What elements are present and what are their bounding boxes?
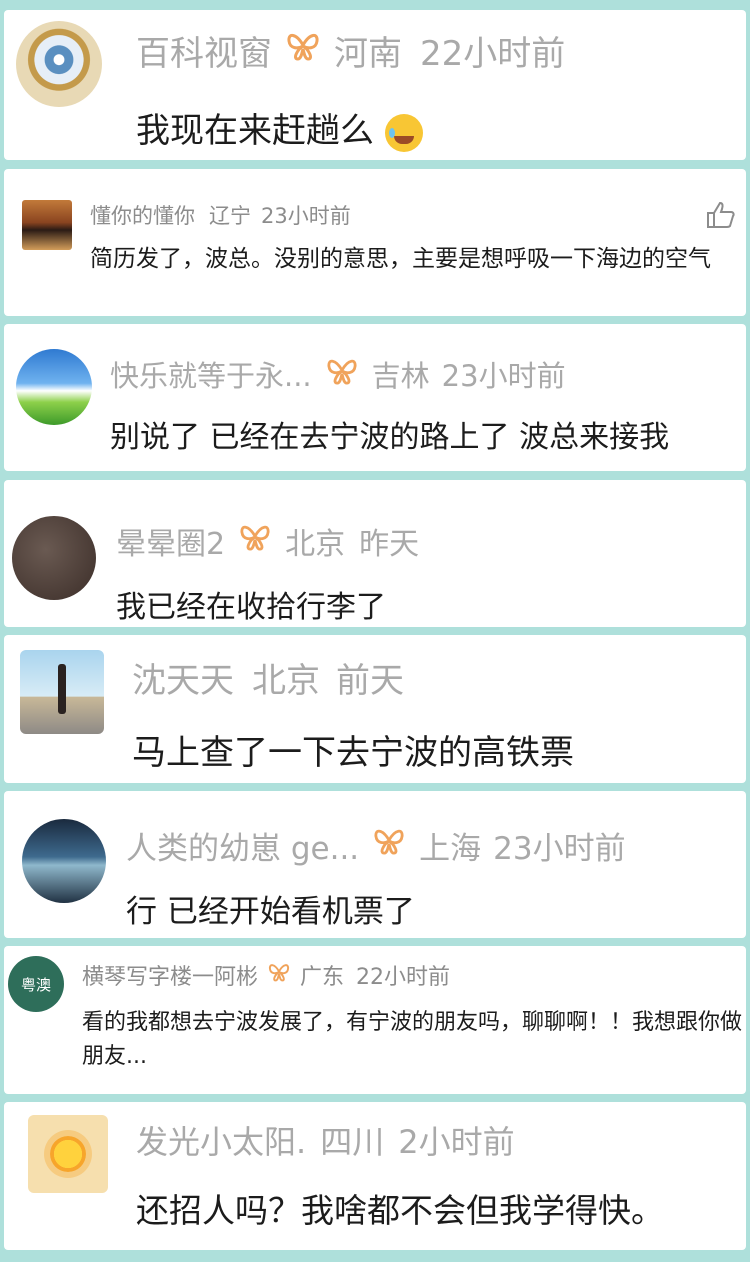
- timestamp: 23小时前: [261, 204, 351, 228]
- avatar[interactable]: [16, 21, 102, 107]
- avatar[interactable]: [22, 200, 72, 250]
- comment-meta: 横琴写字楼一阿彬 广东 22小时前: [82, 960, 450, 990]
- timestamp: 2小时前: [398, 1123, 515, 1161]
- comment-card: 快乐就等于永... 吉林 23小时前 别说了 已经在去宁波的路上了 波总来接我: [4, 324, 746, 471]
- timestamp: 前天: [336, 660, 404, 701]
- region: 广东: [300, 965, 345, 990]
- thumbs-up-icon[interactable]: [706, 201, 736, 233]
- avatar[interactable]: [22, 819, 106, 903]
- username[interactable]: 横琴写字楼一阿彬: [82, 959, 258, 991]
- avatar[interactable]: [16, 349, 92, 425]
- butterfly-badge-icon: [326, 357, 358, 392]
- username[interactable]: 晕晕圈2: [116, 519, 225, 563]
- region: 上海: [419, 830, 482, 867]
- butterfly-badge-icon: [286, 30, 320, 70]
- region: 北京: [252, 660, 320, 701]
- comment-text: 马上查了一下去宁波的高铁票: [132, 733, 574, 773]
- comment-text: 看的我都想去宁波发展了，有宁波的朋友吗，聊聊啊！！我想跟你做朋友...: [82, 1010, 743, 1069]
- region: 吉林: [371, 359, 430, 393]
- comment-meta: 懂你的懂你 辽宁 23小时前: [90, 200, 351, 230]
- comment-card: 粤澳 横琴写字楼一阿彬 广东 22小时前 看的我都想去宁波发展了，有宁波的朋友吗…: [4, 946, 746, 1094]
- comment-card: 沈天天 北京 前天 马上查了一下去宁波的高铁票: [4, 635, 746, 783]
- region: 辽宁: [209, 204, 251, 228]
- comment-text: 简历发了，波总。没别的意思，主要是想呼吸一下海边的空气: [90, 246, 711, 272]
- timestamp: 22小时前: [356, 965, 451, 990]
- comment-meta: 晕晕圈2 北京 昨天: [116, 519, 420, 563]
- butterfly-badge-icon: [373, 827, 405, 863]
- comment-text: 还招人吗？我啥都不会但我学得快。: [136, 1191, 664, 1230]
- username[interactable]: 沈天天: [132, 653, 234, 702]
- username[interactable]: 发光小太阳.: [136, 1117, 306, 1163]
- laugh-cry-emoji: [384, 113, 423, 152]
- timestamp: 22小时前: [420, 33, 566, 74]
- comment-meta: 百科视窗 河南 22小时前: [136, 30, 565, 74]
- comment-text: 我现在来赶趟么: [136, 103, 423, 152]
- comment-meta: 沈天天 北京 前天: [132, 657, 404, 701]
- avatar[interactable]: 粤澳: [8, 956, 64, 1012]
- comment-text: 别说了 已经在去宁波的路上了 波总来接我: [110, 420, 670, 455]
- comment-meta: 人类的幼崽 ge... 上海 23小时前: [126, 823, 626, 868]
- butterfly-badge-icon: [268, 962, 290, 988]
- username[interactable]: 懂你的懂你: [90, 200, 195, 230]
- timestamp: 23小时前: [493, 830, 626, 867]
- username[interactable]: 百科视窗: [136, 26, 272, 75]
- avatar[interactable]: [20, 650, 104, 734]
- comment-card: 百科视窗 河南 22小时前 我现在来赶趟么: [4, 10, 746, 160]
- avatar[interactable]: [12, 516, 96, 600]
- comment-card: 懂你的懂你 辽宁 23小时前 简历发了，波总。没别的意思，主要是想呼吸一下海边的…: [4, 169, 746, 316]
- comment-card: 晕晕圈2 北京 昨天 我已经在收拾行李了: [4, 480, 746, 627]
- comment-meta: 快乐就等于永... 吉林 23小时前: [110, 354, 566, 394]
- avatar[interactable]: [28, 1115, 108, 1193]
- region: 四川: [320, 1123, 385, 1161]
- comment-text: 我已经在收拾行李了: [116, 590, 386, 625]
- timestamp: 昨天: [359, 527, 420, 562]
- region: 北京: [285, 527, 346, 562]
- comment-meta: 发光小太阳. 四川 2小时前: [136, 1117, 515, 1163]
- region: 河南: [334, 33, 402, 74]
- comment-text: 行 已经开始看机票了: [126, 894, 415, 930]
- comment-card: 人类的幼崽 ge... 上海 23小时前 行 已经开始看机票了: [4, 791, 746, 938]
- butterfly-badge-icon: [239, 523, 271, 559]
- comment-card: 发光小太阳. 四川 2小时前 还招人吗？我啥都不会但我学得快。: [4, 1102, 746, 1250]
- username[interactable]: 人类的幼崽 ge...: [126, 823, 359, 868]
- username[interactable]: 快乐就等于永...: [110, 353, 312, 395]
- timestamp: 23小时前: [441, 359, 566, 393]
